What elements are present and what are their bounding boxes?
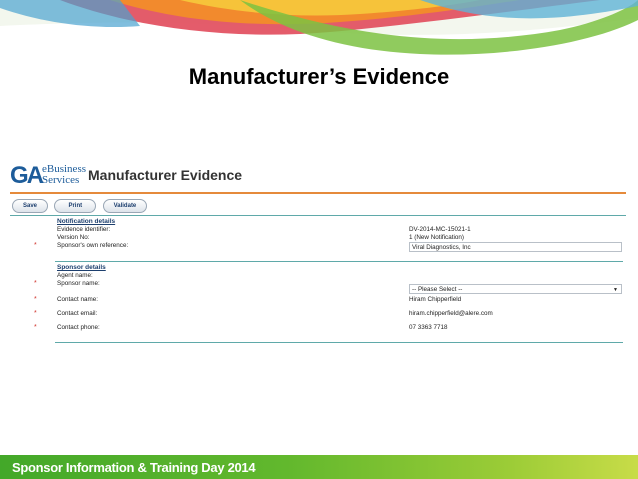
footer-bar: Sponsor Information & Training Day 2014 [0,455,638,479]
footer-text: Sponsor Information & Training Day 2014 [12,460,256,475]
contact-phone-label: Contact phone: [57,324,100,331]
section-divider [55,261,623,262]
sponsor-details-heading: Sponsor details [57,264,106,271]
slide-title: Manufacturer’s Evidence [188,64,450,89]
section-divider [55,342,623,343]
required-marker: * [34,242,37,249]
required-marker: * [34,310,37,317]
validate-button[interactable]: Validate [102,199,148,213]
sponsor-name-select[interactable]: -- Please Select -- ▼ [409,284,622,294]
version-value: 1 (New Notification) [409,234,464,241]
required-marker: * [34,324,37,331]
header-divider [10,192,626,194]
save-button[interactable]: Save [12,199,49,213]
required-marker: * [34,280,37,287]
contact-name-value: Hiram Chipperfield [409,296,462,303]
notification-details-heading: Notification details [57,218,116,225]
app-screenshot: GA eBusiness Services Manufacturer Evide… [10,158,626,358]
agent-name-label: Agent name: [57,272,93,279]
contact-name-label: Contact name: [57,296,98,303]
contact-email-label: Contact email: [57,310,98,317]
contact-email-value: hiram.chipperfield@alere.com [409,310,493,317]
logo-line-2: Services [42,174,80,186]
required-marker: * [34,296,37,303]
toolbar: Save Print Validate [12,199,149,213]
header-decoration [0,0,638,55]
print-button[interactable]: Print [54,199,97,213]
sponsor-reference-input[interactable]: Viral Diagnostics, Inc [409,242,622,252]
sponsor-name-selected: -- Please Select -- [412,286,463,293]
ebusiness-logo: eBusiness Services [42,164,86,186]
sponsor-reference-label: Sponsor's own reference: [57,242,129,249]
dropdown-arrow-icon: ▼ [613,287,618,293]
evidence-identifier-value: DV-2014-MC-15021-1 [409,226,471,233]
app-page-title: Manufacturer Evidence [88,167,243,183]
toolbar-divider [10,215,626,216]
evidence-identifier-label: Evidence identifier: [57,226,111,233]
ga-logo-icon: GA [10,162,44,189]
contact-phone-value: 07 3363 7718 [409,324,448,331]
version-label: Version No: [57,234,90,241]
sponsor-name-label: Sponsor name: [57,280,100,287]
